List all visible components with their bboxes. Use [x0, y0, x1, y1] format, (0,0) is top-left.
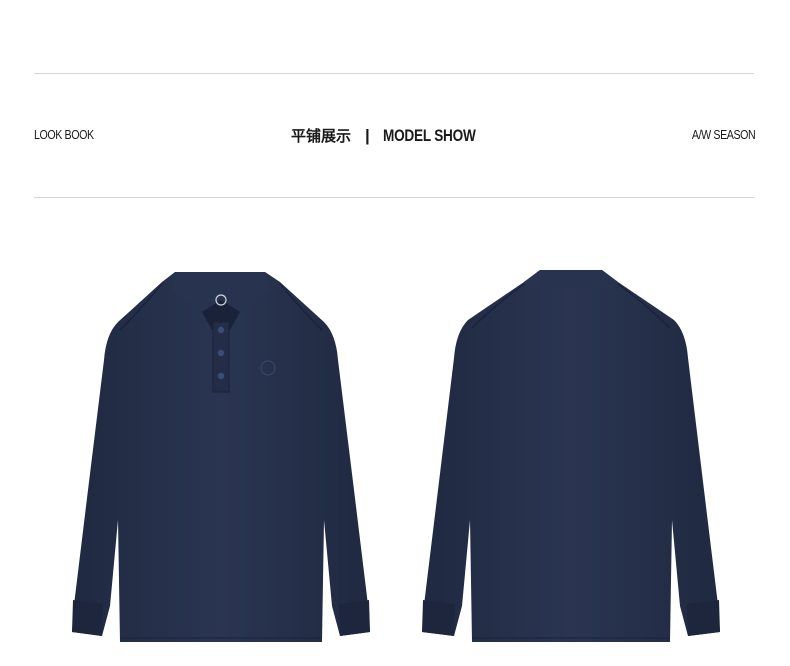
- title-separator: |: [365, 126, 370, 145]
- polo-shirt-front-image: [72, 272, 370, 642]
- season-label: A/W SEASON: [691, 127, 756, 142]
- section-title: 平铺展示 | MODEL SHOW: [0, 125, 790, 146]
- section-title-cn: 平铺展示: [291, 127, 352, 145]
- top-divider: [34, 73, 754, 74]
- bottom-divider: [34, 197, 754, 198]
- polo-shirt-back-image: [422, 270, 720, 642]
- section-title-en: MODEL SHOW: [383, 126, 476, 145]
